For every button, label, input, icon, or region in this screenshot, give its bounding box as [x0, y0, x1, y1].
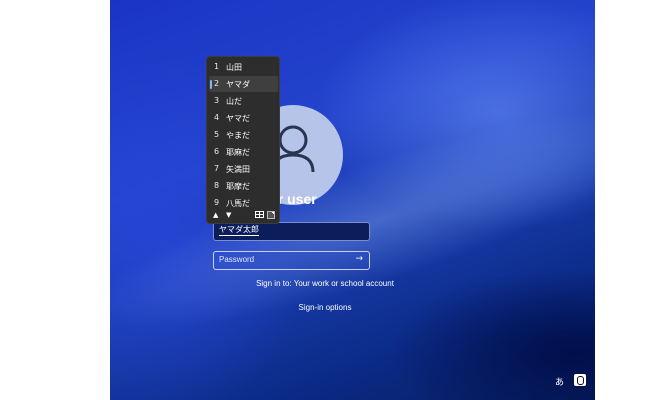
candidate-number: 2	[214, 79, 220, 88]
candidate-number: 3	[214, 96, 220, 105]
table-view-icon[interactable]	[255, 211, 264, 220]
ime-mode-indicator[interactable]: あ	[555, 375, 564, 388]
page-down-button[interactable]: ▼	[226, 211, 231, 219]
candidate-text: 矢満田	[226, 165, 250, 174]
ime-toolbar: ▲ ▼	[207, 211, 279, 223]
accessibility-icon[interactable]	[574, 374, 586, 386]
candidate-text: 八馬だ	[226, 199, 250, 208]
ime-candidate-3[interactable]: 3 山だ	[209, 93, 278, 109]
candidate-number: 1	[214, 62, 220, 71]
candidate-number: 6	[214, 147, 220, 156]
candidate-text: ヤマだ	[226, 114, 250, 123]
candidate-text: やまだ	[226, 131, 250, 140]
candidate-number: 9	[214, 198, 220, 207]
password-input[interactable]: Password →	[213, 251, 370, 270]
expand-icon[interactable]	[267, 211, 275, 221]
ime-candidate-8[interactable]: 8 耶摩だ	[209, 178, 278, 194]
submit-arrow-button[interactable]: →	[355, 254, 363, 264]
candidate-text: ヤマダ	[226, 80, 250, 89]
candidate-text: 耶摩だ	[226, 182, 250, 191]
ime-candidate-2[interactable]: 2 ヤマダ	[209, 76, 278, 92]
candidate-text: 耶麻だ	[226, 148, 250, 157]
candidate-number: 8	[214, 181, 220, 190]
ime-candidate-6[interactable]: 6 耶麻だ	[209, 144, 278, 160]
candidate-text: 山田	[226, 63, 242, 72]
ime-candidate-window: 1 山田 2 ヤマダ 3 山だ 4 ヤマだ 5 やまだ 6 耶麻だ 7 矢満田 …	[206, 56, 280, 224]
sign-in-options-link[interactable]: Sign-in options	[0, 303, 650, 312]
user-name-input-value: ヤマダ太郎	[219, 225, 259, 236]
lock-screen-background	[110, 0, 595, 400]
ime-candidate-4[interactable]: 4 ヤマだ	[209, 110, 278, 126]
candidate-number: 4	[214, 113, 220, 122]
ime-candidate-1[interactable]: 1 山田	[209, 59, 278, 75]
page-up-button[interactable]: ▲	[213, 211, 218, 219]
sign-in-target-text: Sign in to: Your work or school account	[256, 279, 394, 288]
candidate-number: 7	[214, 164, 220, 173]
candidate-text: 山だ	[226, 97, 242, 106]
ime-candidate-5[interactable]: 5 やまだ	[209, 127, 278, 143]
password-placeholder: Password	[219, 255, 255, 264]
user-name-input[interactable]: ヤマダ太郎	[213, 222, 370, 241]
ime-candidate-9[interactable]: 9 八馬だ	[209, 195, 278, 211]
ime-candidate-7[interactable]: 7 矢満田	[209, 161, 278, 177]
candidate-number: 5	[214, 130, 220, 139]
